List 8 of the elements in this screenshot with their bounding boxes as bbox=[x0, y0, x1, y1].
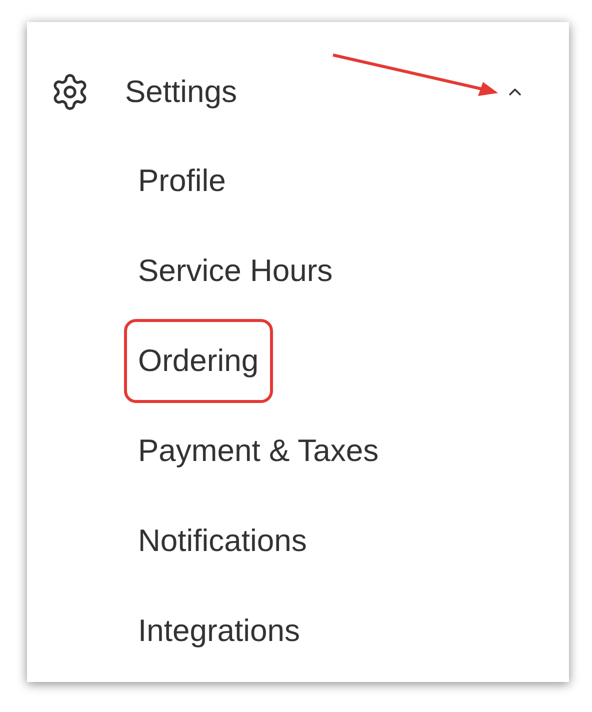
menu-item[interactable]: Profile bbox=[138, 158, 226, 204]
menu-item[interactable]: Payment & Taxes bbox=[138, 428, 379, 474]
menu-item[interactable]: Notifications bbox=[138, 518, 307, 564]
settings-header[interactable]: Settings bbox=[50, 62, 525, 122]
settings-title: Settings bbox=[125, 72, 238, 111]
menu-item[interactable]: Integrations bbox=[138, 608, 300, 654]
menu-item[interactable]: Ordering bbox=[124, 318, 273, 404]
menu-item[interactable]: Service Hours bbox=[138, 248, 333, 294]
